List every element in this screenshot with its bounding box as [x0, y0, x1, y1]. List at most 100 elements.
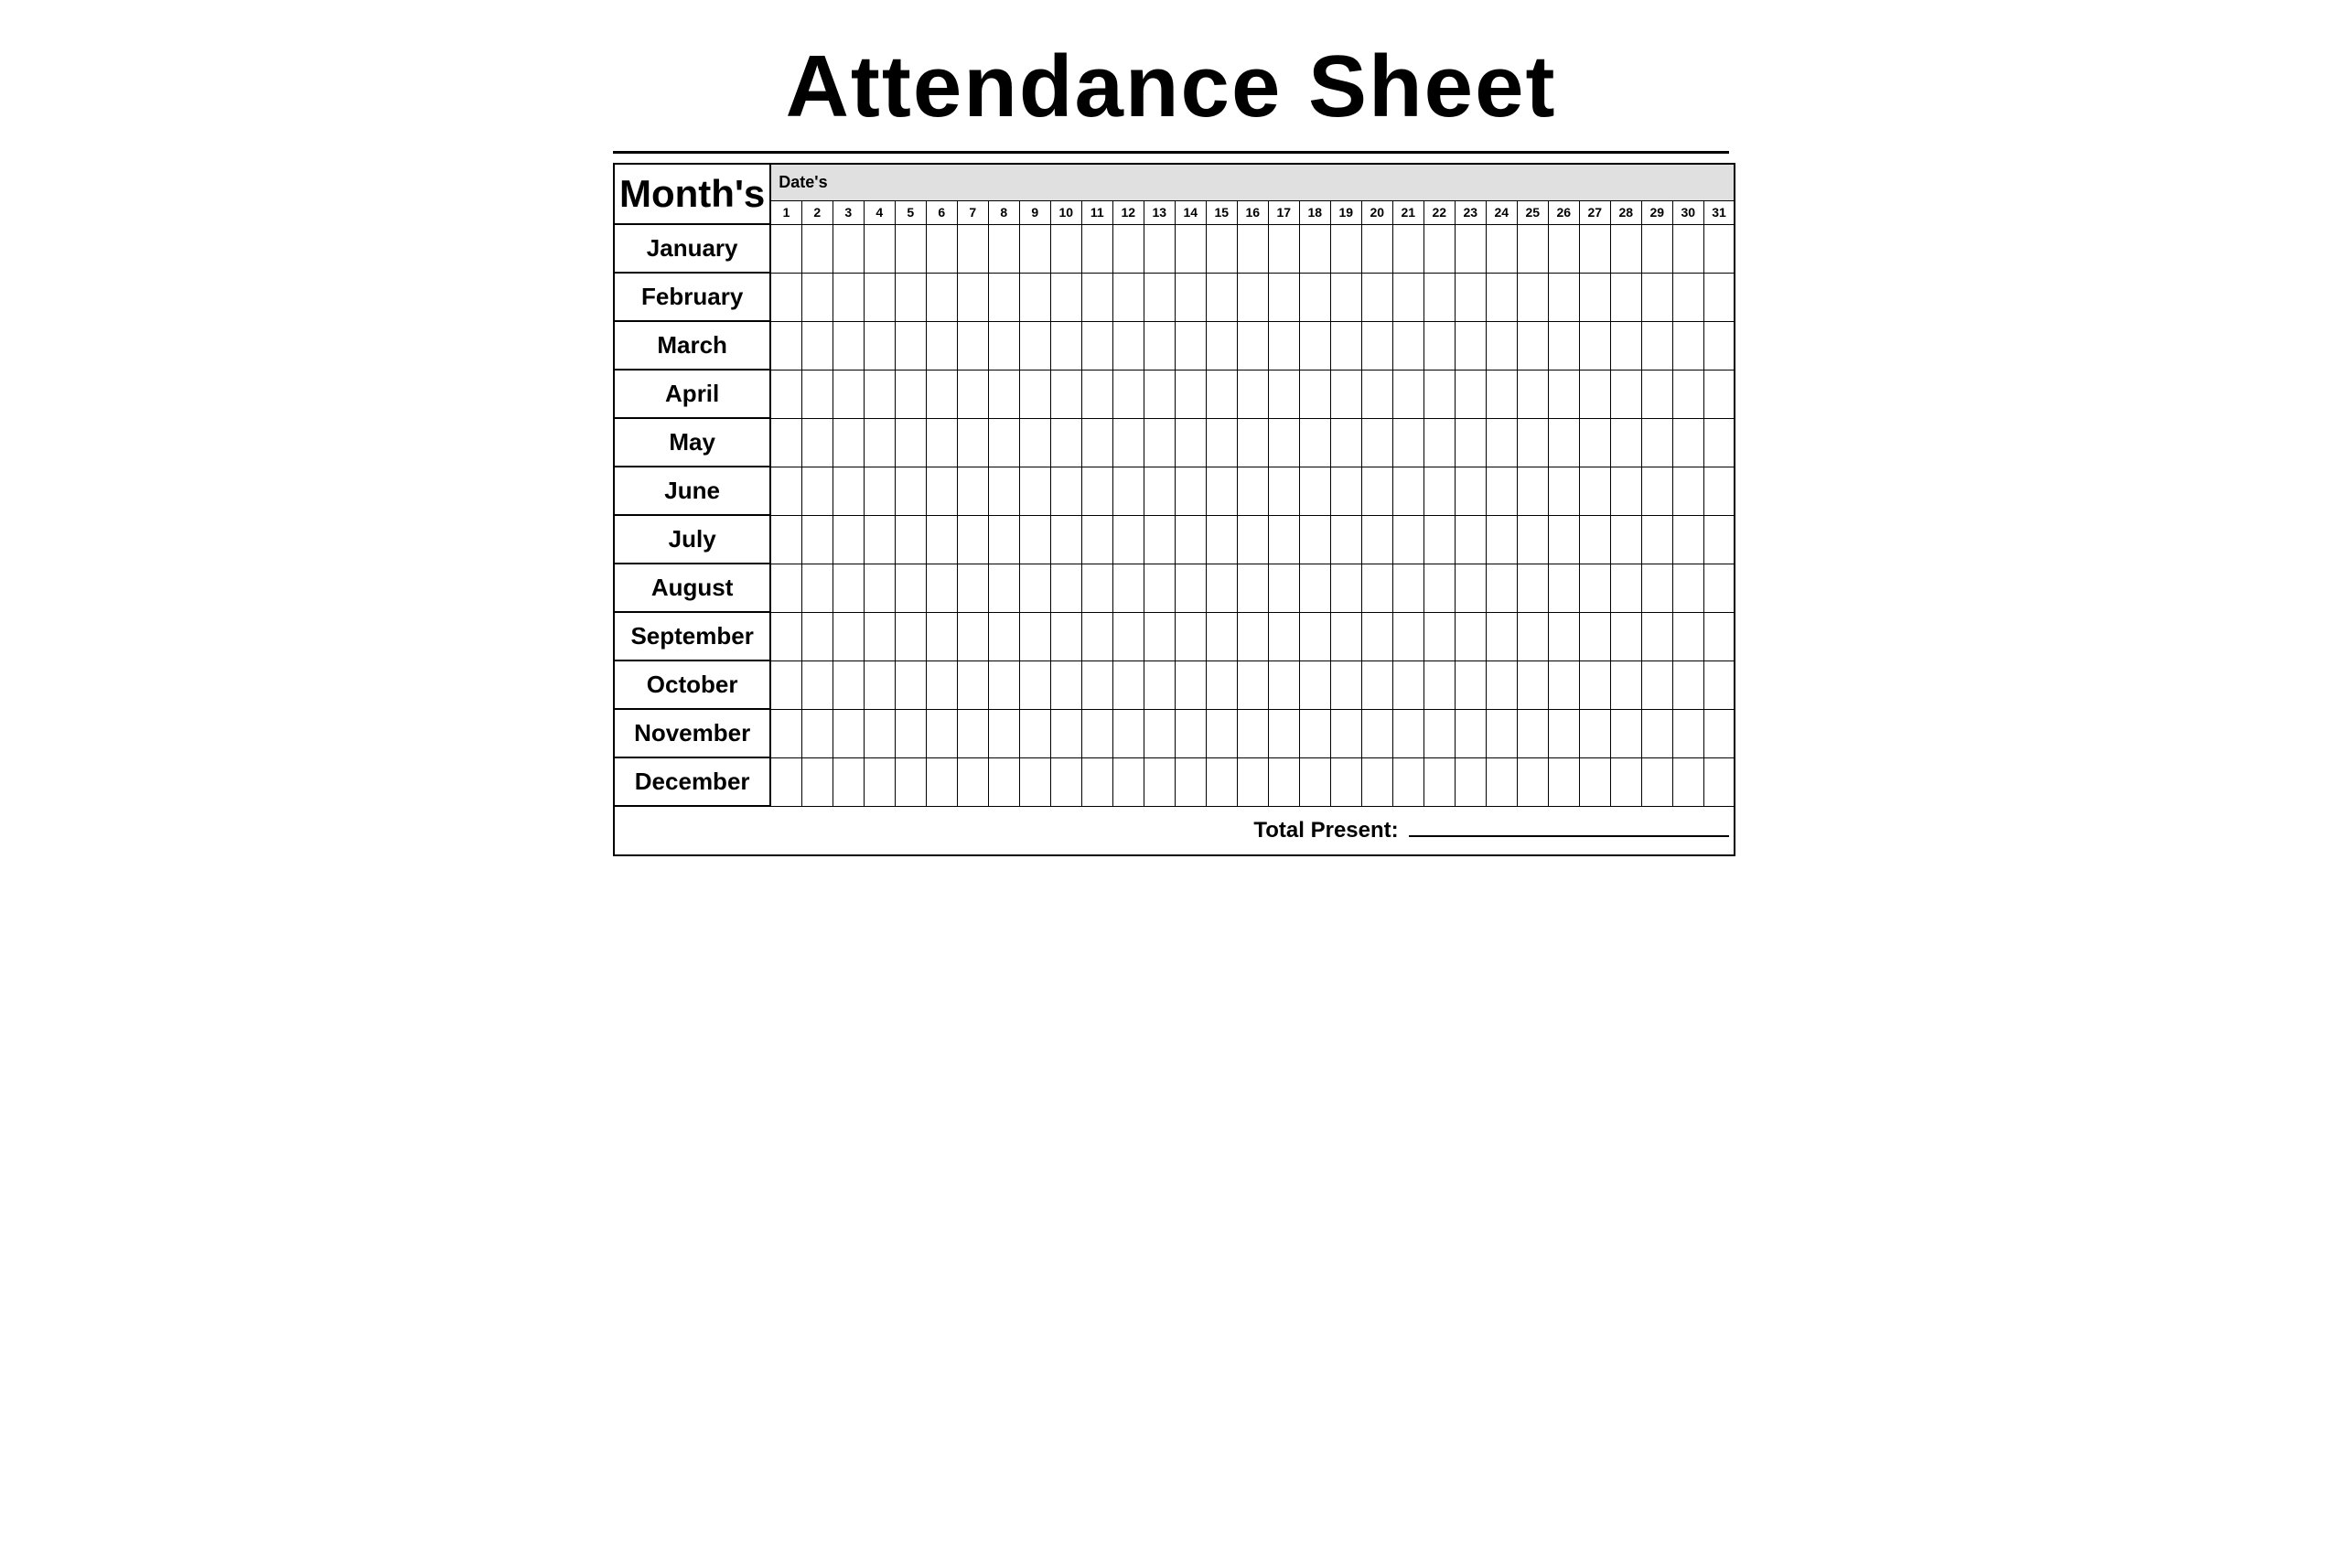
- cell-april-4[interactable]: [864, 370, 895, 418]
- cell-august-28[interactable]: [1610, 564, 1641, 612]
- cell-november-11[interactable]: [1081, 709, 1112, 757]
- cell-august-1[interactable]: [770, 564, 801, 612]
- cell-april-18[interactable]: [1299, 370, 1330, 418]
- cell-may-20[interactable]: [1361, 418, 1392, 467]
- cell-december-10[interactable]: [1050, 757, 1081, 806]
- cell-june-4[interactable]: [864, 467, 895, 515]
- cell-november-2[interactable]: [801, 709, 833, 757]
- cell-december-25[interactable]: [1517, 757, 1548, 806]
- cell-may-18[interactable]: [1299, 418, 1330, 467]
- cell-august-31[interactable]: [1703, 564, 1735, 612]
- cell-august-4[interactable]: [864, 564, 895, 612]
- cell-july-13[interactable]: [1144, 515, 1175, 564]
- cell-november-9[interactable]: [1019, 709, 1050, 757]
- cell-february-27[interactable]: [1579, 273, 1610, 321]
- cell-june-8[interactable]: [988, 467, 1019, 515]
- cell-july-16[interactable]: [1237, 515, 1268, 564]
- cell-june-11[interactable]: [1081, 467, 1112, 515]
- cell-november-20[interactable]: [1361, 709, 1392, 757]
- cell-november-27[interactable]: [1579, 709, 1610, 757]
- cell-february-10[interactable]: [1050, 273, 1081, 321]
- cell-february-20[interactable]: [1361, 273, 1392, 321]
- cell-february-19[interactable]: [1330, 273, 1361, 321]
- cell-september-19[interactable]: [1330, 612, 1361, 660]
- cell-september-8[interactable]: [988, 612, 1019, 660]
- cell-september-28[interactable]: [1610, 612, 1641, 660]
- cell-july-5[interactable]: [895, 515, 926, 564]
- cell-july-29[interactable]: [1641, 515, 1672, 564]
- cell-june-10[interactable]: [1050, 467, 1081, 515]
- cell-february-8[interactable]: [988, 273, 1019, 321]
- cell-february-18[interactable]: [1299, 273, 1330, 321]
- cell-june-21[interactable]: [1392, 467, 1423, 515]
- cell-march-3[interactable]: [833, 321, 864, 370]
- cell-june-16[interactable]: [1237, 467, 1268, 515]
- cell-march-12[interactable]: [1112, 321, 1144, 370]
- cell-may-22[interactable]: [1423, 418, 1455, 467]
- cell-may-15[interactable]: [1206, 418, 1237, 467]
- cell-march-21[interactable]: [1392, 321, 1423, 370]
- cell-february-4[interactable]: [864, 273, 895, 321]
- cell-april-7[interactable]: [957, 370, 988, 418]
- cell-april-1[interactable]: [770, 370, 801, 418]
- cell-july-24[interactable]: [1486, 515, 1517, 564]
- cell-november-6[interactable]: [926, 709, 957, 757]
- cell-august-6[interactable]: [926, 564, 957, 612]
- cell-august-29[interactable]: [1641, 564, 1672, 612]
- cell-january-8[interactable]: [988, 224, 1019, 273]
- cell-october-4[interactable]: [864, 660, 895, 709]
- cell-june-13[interactable]: [1144, 467, 1175, 515]
- cell-december-24[interactable]: [1486, 757, 1517, 806]
- cell-january-30[interactable]: [1672, 224, 1703, 273]
- cell-may-28[interactable]: [1610, 418, 1641, 467]
- cell-october-19[interactable]: [1330, 660, 1361, 709]
- cell-june-2[interactable]: [801, 467, 833, 515]
- cell-june-3[interactable]: [833, 467, 864, 515]
- cell-october-10[interactable]: [1050, 660, 1081, 709]
- cell-june-23[interactable]: [1455, 467, 1486, 515]
- cell-august-9[interactable]: [1019, 564, 1050, 612]
- cell-december-13[interactable]: [1144, 757, 1175, 806]
- cell-august-22[interactable]: [1423, 564, 1455, 612]
- cell-november-14[interactable]: [1175, 709, 1206, 757]
- cell-september-9[interactable]: [1019, 612, 1050, 660]
- cell-march-20[interactable]: [1361, 321, 1392, 370]
- cell-september-4[interactable]: [864, 612, 895, 660]
- cell-december-16[interactable]: [1237, 757, 1268, 806]
- cell-april-8[interactable]: [988, 370, 1019, 418]
- cell-august-5[interactable]: [895, 564, 926, 612]
- cell-february-26[interactable]: [1548, 273, 1579, 321]
- cell-may-24[interactable]: [1486, 418, 1517, 467]
- cell-september-26[interactable]: [1548, 612, 1579, 660]
- cell-may-3[interactable]: [833, 418, 864, 467]
- cell-july-10[interactable]: [1050, 515, 1081, 564]
- cell-august-21[interactable]: [1392, 564, 1423, 612]
- cell-january-14[interactable]: [1175, 224, 1206, 273]
- cell-july-17[interactable]: [1268, 515, 1299, 564]
- cell-july-28[interactable]: [1610, 515, 1641, 564]
- cell-march-14[interactable]: [1175, 321, 1206, 370]
- cell-may-4[interactable]: [864, 418, 895, 467]
- cell-march-23[interactable]: [1455, 321, 1486, 370]
- cell-may-29[interactable]: [1641, 418, 1672, 467]
- cell-january-21[interactable]: [1392, 224, 1423, 273]
- cell-december-17[interactable]: [1268, 757, 1299, 806]
- cell-september-3[interactable]: [833, 612, 864, 660]
- cell-october-18[interactable]: [1299, 660, 1330, 709]
- cell-february-31[interactable]: [1703, 273, 1735, 321]
- cell-november-30[interactable]: [1672, 709, 1703, 757]
- cell-june-9[interactable]: [1019, 467, 1050, 515]
- cell-june-28[interactable]: [1610, 467, 1641, 515]
- cell-may-6[interactable]: [926, 418, 957, 467]
- cell-may-14[interactable]: [1175, 418, 1206, 467]
- cell-may-9[interactable]: [1019, 418, 1050, 467]
- cell-october-22[interactable]: [1423, 660, 1455, 709]
- cell-june-14[interactable]: [1175, 467, 1206, 515]
- cell-july-19[interactable]: [1330, 515, 1361, 564]
- cell-january-13[interactable]: [1144, 224, 1175, 273]
- cell-february-24[interactable]: [1486, 273, 1517, 321]
- cell-may-13[interactable]: [1144, 418, 1175, 467]
- cell-march-16[interactable]: [1237, 321, 1268, 370]
- cell-november-18[interactable]: [1299, 709, 1330, 757]
- cell-september-16[interactable]: [1237, 612, 1268, 660]
